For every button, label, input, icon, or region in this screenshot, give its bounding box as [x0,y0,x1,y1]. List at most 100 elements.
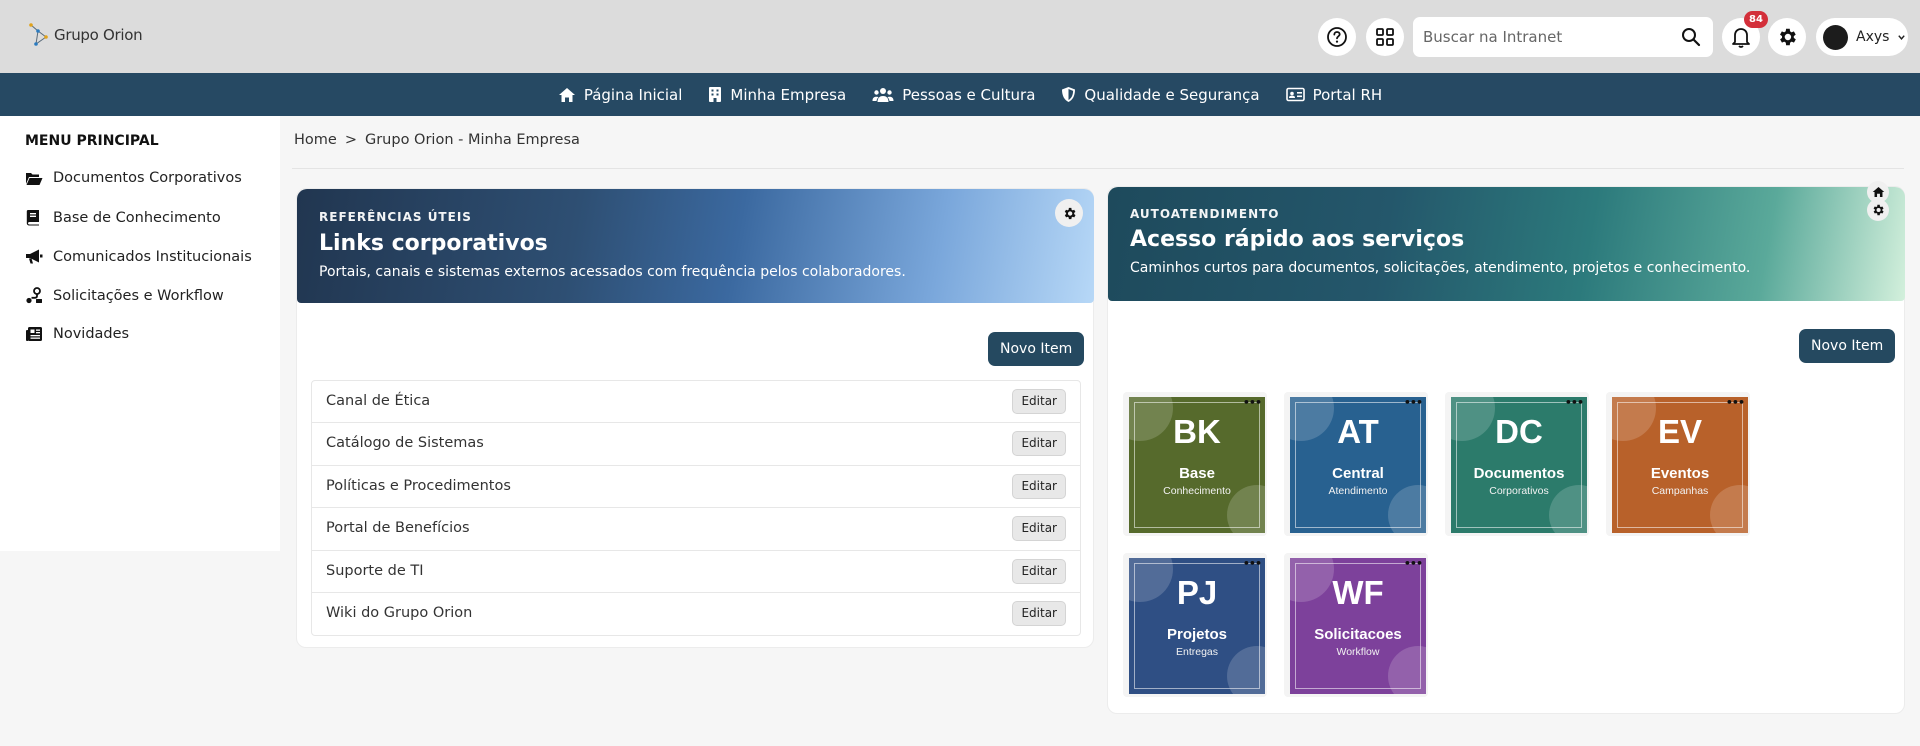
tile-central-atendimento[interactable]: AT Central Atendimento ••• [1290,397,1426,533]
more-options-icon[interactable]: ••• [1404,397,1423,408]
tile-documentos-corporativos[interactable]: DC Documentos Corporativos ••• [1451,397,1587,533]
more-options-icon[interactable]: ••• [1565,397,1584,408]
nav-item-pessoas-e-cultura[interactable]: Pessoas e Cultura [872,86,1035,104]
link-label[interactable]: Portal de Benefícios [326,520,470,536]
breadcrumb-separator: > [344,132,357,148]
tile-name: Eventos [1650,465,1710,482]
more-options-icon[interactable]: ••• [1243,558,1262,569]
tile-name: Central [1332,465,1384,482]
book-icon [25,209,43,226]
newspaper-icon [25,326,43,342]
more-options-icon[interactable]: ••• [1404,558,1423,569]
list-item: Suporte de TI Editar [312,551,1080,593]
nav-item-label: Portal RH [1312,85,1383,104]
sidebar-item-label: Solicitações e Workflow [53,287,224,304]
link-label[interactable]: Políticas e Procedimentos [326,478,511,494]
help-button[interactable] [1318,18,1356,56]
link-label[interactable]: Canal de Ética [326,393,430,409]
edit-button[interactable]: Editar [1012,431,1066,457]
folder-open-icon [25,171,43,186]
tile-eventos-campanhas[interactable]: EV Eventos Campanhas ••• [1612,397,1748,533]
services-panel-header: AUTOATENDIMENTO Acesso rápido aos serviç… [1108,187,1905,301]
bell-icon [1731,26,1751,48]
edit-button[interactable]: Editar [1012,516,1066,542]
avatar [1823,24,1848,50]
services-panel-kicker: AUTOATENDIMENTO [1130,207,1280,221]
list-item: Políticas e Procedimentos Editar [312,466,1080,509]
service-tile: PJ Projetos Entregas ••• [1123,553,1267,697]
list-item: Wiki do Grupo Orion Editar [312,593,1080,635]
list-item: Portal de Benefícios Editar [312,508,1080,551]
tile-abbreviation: PJ [1176,574,1218,611]
id-card-icon [1285,87,1305,102]
tile-projetos-entregas[interactable]: PJ Projetos Entregas ••• [1129,558,1265,694]
nav-item-label: Página Inicial [583,85,683,104]
search-input[interactable] [1423,17,1673,57]
help-icon [1326,26,1348,48]
sidebar-item-base-de-conhecimento[interactable]: Base de Conhecimento [25,209,221,226]
tile-abbreviation: EV [1657,413,1703,450]
more-options-icon[interactable]: ••• [1726,397,1745,408]
services-panel-settings-button[interactable] [1867,199,1889,221]
sidebar: MENU PRINCIPAL Documentos Corporativos B… [0,116,280,551]
gear-icon [1062,206,1077,221]
sidebar-item-label: Novidades [53,326,130,342]
service-tile: DC Documentos Corporativos ••• [1445,392,1589,536]
tile-base-conhecimento[interactable]: BK Base Conhecimento ••• [1129,397,1265,533]
nav-item-portal-rh[interactable]: Portal RH [1285,85,1383,104]
breadcrumb-divider [292,168,1904,169]
breadcrumb: Home > Grupo Orion - Minha Empresa [294,132,580,148]
edit-button[interactable]: Editar [1012,600,1066,626]
breadcrumb-home[interactable]: Home [294,132,337,148]
search-icon[interactable] [1681,27,1701,47]
edit-button[interactable]: Editar [1012,389,1066,414]
gear-icon [1776,26,1798,48]
edit-button[interactable]: Editar [1012,473,1066,499]
tile-solicitacoes-workflow[interactable]: WF Solicitacoes Workflow ••• [1290,558,1426,694]
link-label[interactable]: Suporte de TI [326,563,424,579]
link-label[interactable]: Wiki do Grupo Orion [326,605,472,621]
links-panel-subtitle: Portais, canais e sistemas externos aces… [319,264,906,280]
more-options-icon[interactable]: ••• [1243,397,1262,408]
links-panel-header: REFERÊNCIAS ÚTEIS Links corporativos Por… [297,189,1094,303]
nav-item-label: Qualidade e Segurança [1084,85,1260,104]
service-tile: BK Base Conhecimento ••• [1123,392,1267,536]
nav-item-qualidade-e-seguranca[interactable]: Qualidade e Segurança [1061,85,1260,104]
tile-name: Base [1179,465,1215,482]
nav-item-label: Pessoas e Cultura [902,85,1036,104]
edit-button[interactable]: Editar [1012,558,1066,584]
links-panel-kicker: REFERÊNCIAS ÚTEIS [319,210,472,224]
settings-button[interactable] [1768,18,1806,56]
apps-button[interactable] [1366,18,1404,56]
nav-item-pagina-inicial[interactable]: Página Inicial [558,85,683,104]
sidebar-item-documentos-corporativos[interactable]: Documentos Corporativos [25,170,242,186]
link-label[interactable]: Catálogo de Sistemas [326,435,484,451]
nav-item-label: Minha Empresa [730,85,847,104]
user-menu[interactable]: Axys [1816,18,1908,56]
nav-item-minha-empresa[interactable]: Minha Empresa [708,86,846,104]
workflow-icon [25,287,43,304]
home-icon [1872,186,1885,198]
logo[interactable]: Grupo Orion [28,22,143,48]
links-new-item-button[interactable]: Novo Item [988,332,1085,366]
sidebar-item-comunicados-institucionais[interactable]: Comunicados Institucionais [25,248,252,265]
notification-badge: 84 [1744,11,1768,28]
sidebar-item-label: Comunicados Institucionais [53,248,252,265]
services-panel-subtitle: Caminhos curtos para documentos, solicit… [1130,260,1751,276]
service-tile: EV Eventos Campanhas ••• [1606,392,1750,536]
tile-description: Entregas [1175,646,1219,658]
tile-abbreviation: WF [1332,574,1384,611]
sidebar-item-label: Documentos Corporativos [53,170,242,186]
tile-description: Atendimento [1328,485,1388,497]
list-item: Catálogo de Sistemas Editar [312,423,1080,466]
sidebar-item-solicitacoes-e-workflow[interactable]: Solicitações e Workflow [25,287,224,304]
tile-description: Corporativos [1489,485,1549,497]
building-icon [708,86,722,103]
people-icon [872,87,894,103]
services-new-item-button[interactable]: Novo Item [1799,329,1896,363]
links-panel-settings-button[interactable] [1055,199,1083,227]
breadcrumb-current: Grupo Orion - Minha Empresa [364,132,580,148]
sidebar-item-novidades[interactable]: Novidades [25,326,129,342]
top-bar: Grupo Orion 84 Axys [0,0,1920,73]
search-box [1413,17,1713,57]
